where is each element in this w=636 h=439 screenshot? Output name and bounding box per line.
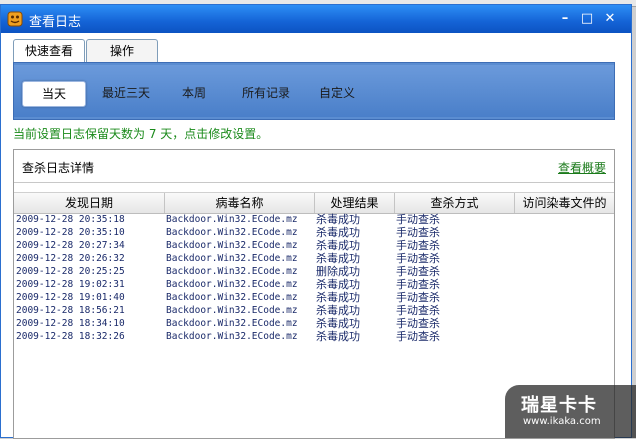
window-title: 查看日志	[29, 15, 82, 30]
watermark-url: www.ikaka.com	[523, 416, 601, 427]
cell-virus-name: Backdoor.Win32.ECode.mz	[166, 214, 298, 225]
cell-virus-name: Backdoor.Win32.ECode.mz	[166, 227, 298, 238]
cell-method: 手动查杀	[396, 278, 440, 291]
table-row[interactable]: 2009-12-28 18:32:26 Backdoor.Win32.ECode.…	[14, 330, 614, 343]
cell-virus-name: Backdoor.Win32.ECode.mz	[166, 305, 298, 316]
column-header-method[interactable]: 查杀方式	[395, 193, 515, 213]
maximize-button[interactable]: □	[580, 12, 594, 26]
cell-method: 手动查杀	[396, 213, 440, 226]
cell-result: 杀毒成功	[316, 252, 360, 265]
minimize-button[interactable]: –	[558, 12, 572, 26]
filter-last-three-days-button[interactable]: 最近三天	[96, 81, 156, 105]
cell-virus-name: Backdoor.Win32.ECode.mz	[166, 318, 298, 329]
cell-method: 手动查杀	[396, 239, 440, 252]
cell-virus-name: Backdoor.Win32.ECode.mz	[166, 240, 298, 251]
cell-date: 2009-12-28 20:35:10	[16, 227, 125, 238]
cell-date: 2009-12-28 20:26:32	[16, 253, 125, 264]
cell-date: 2009-12-28 20:35:18	[16, 214, 125, 225]
table-header: 发现日期 病毒名称 处理结果 查杀方式 访问染毒文件的	[14, 192, 614, 214]
filter-today-button[interactable]: 当天	[22, 81, 86, 107]
table-row[interactable]: 2009-12-28 20:27:34 Backdoor.Win32.ECode.…	[14, 239, 614, 252]
cell-date: 2009-12-28 20:25:25	[16, 266, 125, 277]
retention-notice-link[interactable]: 当前设置日志保留天数为 7 天，点击修改设置。	[13, 125, 268, 142]
cell-method: 手动查杀	[396, 317, 440, 330]
cell-virus-name: Backdoor.Win32.ECode.mz	[166, 253, 298, 264]
log-details-title: 查杀日志详情	[22, 161, 95, 175]
table-row[interactable]: 2009-12-28 20:26:32 Backdoor.Win32.ECode.…	[14, 252, 614, 265]
table-row[interactable]: 2009-12-28 20:35:10 Backdoor.Win32.ECode.…	[14, 226, 614, 239]
column-header-date[interactable]: 发现日期	[14, 193, 165, 213]
filter-all-records-button[interactable]: 所有记录	[236, 81, 296, 105]
cell-method: 手动查杀	[396, 226, 440, 239]
filter-this-week-button[interactable]: 本周	[172, 81, 216, 105]
view-summary-link[interactable]: 查看概要	[558, 159, 606, 176]
cell-virus-name: Backdoor.Win32.ECode.mz	[166, 279, 298, 290]
app-shield-icon	[7, 11, 23, 27]
cell-result: 杀毒成功	[316, 330, 360, 343]
table-row[interactable]: 2009-12-28 18:56:21 Backdoor.Win32.ECode.…	[14, 304, 614, 317]
cell-result: 杀毒成功	[316, 304, 360, 317]
cell-virus-name: Backdoor.Win32.ECode.mz	[166, 331, 298, 342]
close-button[interactable]: ✕	[603, 12, 617, 26]
cell-method: 手动查杀	[396, 304, 440, 317]
table-row[interactable]: 2009-12-28 20:25:25 Backdoor.Win32.ECode.…	[14, 265, 614, 278]
cell-date: 2009-12-28 19:01:40	[16, 292, 125, 303]
cell-method: 手动查杀	[396, 291, 440, 304]
table-row[interactable]: 2009-12-28 20:35:18 Backdoor.Win32.ECode.…	[14, 213, 614, 226]
cell-date: 2009-12-28 20:27:34	[16, 240, 125, 251]
filter-custom-button[interactable]: 自定义	[314, 81, 360, 105]
cell-result: 杀毒成功	[316, 291, 360, 304]
table-body: 2009-12-28 20:35:18 Backdoor.Win32.ECode.…	[14, 213, 614, 343]
cell-virus-name: Backdoor.Win32.ECode.mz	[166, 266, 298, 277]
cell-result: 杀毒成功	[316, 317, 360, 330]
cell-date: 2009-12-28 18:32:26	[16, 331, 125, 342]
cell-date: 2009-12-28 18:56:21	[16, 305, 125, 316]
cell-method: 手动查杀	[396, 265, 440, 278]
column-header-result[interactable]: 处理结果	[315, 193, 395, 213]
column-header-infected-file[interactable]: 访问染毒文件的	[515, 193, 614, 213]
tab-operations[interactable]: 操作	[86, 39, 158, 62]
table-row[interactable]: 2009-12-28 19:02:31 Backdoor.Win32.ECode.…	[14, 278, 614, 291]
cell-result: 删除成功	[316, 265, 360, 278]
cell-result: 杀毒成功	[316, 278, 360, 291]
cell-result: 杀毒成功	[316, 226, 360, 239]
cell-date: 2009-12-28 18:34:10	[16, 318, 125, 329]
cell-result: 杀毒成功	[316, 213, 360, 226]
filter-panel: 当天 最近三天 本周 所有记录 自定义	[13, 62, 615, 120]
watermark: 瑞星卡卡 www.ikaka.com	[505, 385, 636, 438]
column-header-virus-name[interactable]: 病毒名称	[165, 193, 315, 213]
log-viewer-window: 查看日志 – □ ✕ 快速查看 操作 当天 最近三天 本周 所有记录 自定义 当…	[0, 4, 632, 439]
cell-date: 2009-12-28 19:02:31	[16, 279, 125, 290]
table-row[interactable]: 2009-12-28 18:34:10 Backdoor.Win32.ECode.…	[14, 317, 614, 330]
tab-quick-view[interactable]: 快速查看	[13, 39, 85, 63]
watermark-logo: 瑞星卡卡	[521, 395, 597, 416]
cell-result: 杀毒成功	[316, 239, 360, 252]
divider	[14, 182, 614, 183]
cell-method: 手动查杀	[396, 330, 440, 343]
cell-virus-name: Backdoor.Win32.ECode.mz	[166, 292, 298, 303]
table-row[interactable]: 2009-12-28 19:01:40 Backdoor.Win32.ECode.…	[14, 291, 614, 304]
cell-method: 手动查杀	[396, 252, 440, 265]
title-bar[interactable]: 查看日志 – □ ✕	[1, 5, 631, 33]
